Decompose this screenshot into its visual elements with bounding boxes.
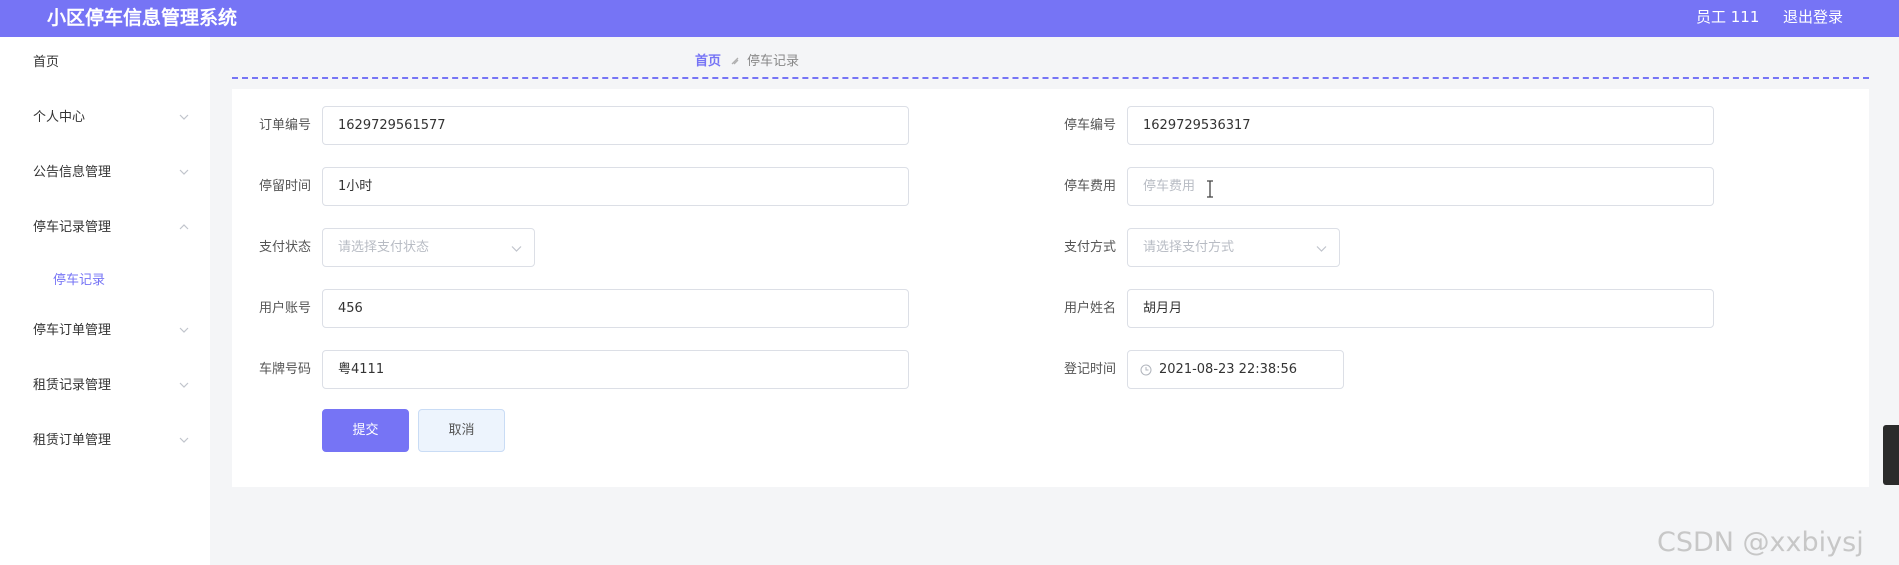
chevron-down-icon bbox=[179, 327, 189, 333]
fee-input[interactable]: 停车费用 bbox=[1127, 167, 1714, 206]
register-time-value: 2021-08-23 22:38:56 bbox=[1159, 362, 1298, 377]
register-time-label: 登记时间 bbox=[1063, 362, 1116, 377]
sidebar-item-label: 首页 bbox=[33, 55, 60, 70]
register-time-picker[interactable]: 2021-08-23 22:38:56 bbox=[1127, 350, 1344, 389]
user-account-input[interactable]: 456 bbox=[322, 289, 909, 328]
sidebar-item-label: 租赁记录管理 bbox=[33, 378, 112, 393]
app-title: 小区停车信息管理系统 bbox=[47, 7, 238, 29]
sidebar-item-home[interactable]: 首页 bbox=[0, 44, 210, 84]
order-no-label: 订单编号 bbox=[258, 118, 311, 133]
plate-no-label: 车牌号码 bbox=[258, 362, 311, 377]
chevron-down-icon bbox=[179, 114, 189, 120]
sidebar-item-rental-order-management[interactable]: 租赁订单管理 bbox=[0, 422, 210, 462]
sidebar-item-label: 停车订单管理 bbox=[33, 323, 112, 338]
sidebar-item-label: 停车记录 bbox=[53, 273, 106, 288]
top-bar: 小区停车信息管理系统 员工 111 退出登录 bbox=[0, 0, 1899, 37]
user-account-label: 用户账号 bbox=[258, 301, 311, 316]
pay-method-label: 支付方式 bbox=[1063, 240, 1116, 255]
chevron-down-icon bbox=[1316, 246, 1327, 252]
parking-no-label: 停车编号 bbox=[1063, 118, 1116, 133]
submit-button[interactable]: 提交 bbox=[322, 409, 409, 452]
chevron-down-icon bbox=[179, 169, 189, 175]
sidebar-item-label: 租赁订单管理 bbox=[33, 433, 112, 448]
chevron-up-icon bbox=[179, 224, 189, 230]
cancel-button[interactable]: 取消 bbox=[418, 409, 505, 452]
sidebar-item-rental-record-management[interactable]: 租赁记录管理 bbox=[0, 367, 210, 407]
user-name-label: 用户姓名 bbox=[1063, 301, 1116, 316]
pay-status-placeholder: 请选择支付状态 bbox=[338, 240, 430, 255]
duration-label: 停留时间 bbox=[258, 179, 311, 194]
current-user: 员工 111 bbox=[1696, 8, 1760, 26]
duration-input[interactable]: 1小时 bbox=[322, 167, 909, 206]
pay-status-select[interactable]: 请选择支付状态 bbox=[322, 228, 535, 267]
sidebar-item-parking-record-management[interactable]: 停车记录管理 bbox=[0, 209, 210, 249]
side-panel-toggle[interactable] bbox=[1883, 425, 1899, 485]
logout-link[interactable]: 退出登录 bbox=[1783, 7, 1843, 27]
chevron-down-icon bbox=[179, 382, 189, 388]
clock-icon bbox=[1140, 364, 1152, 376]
sidebar-item-personal-center[interactable]: 个人中心 bbox=[0, 99, 210, 139]
order-no-input[interactable]: 1629729561577 bbox=[322, 106, 909, 145]
breadcrumb: 首页 停车记录 bbox=[232, 45, 1869, 79]
breadcrumb-home[interactable]: 首页 bbox=[695, 53, 721, 71]
sidebar-item-parking-order-management[interactable]: 停车订单管理 bbox=[0, 312, 210, 352]
pay-method-placeholder: 请选择支付方式 bbox=[1143, 240, 1235, 255]
sidebar-item-label: 公告信息管理 bbox=[33, 165, 112, 180]
sidebar-item-notice-management[interactable]: 公告信息管理 bbox=[0, 154, 210, 194]
user-name-input[interactable]: 胡月月 bbox=[1127, 289, 1714, 328]
sidebar-item-label: 停车记录管理 bbox=[33, 220, 112, 235]
plate-no-input[interactable]: 粤4111 bbox=[322, 350, 909, 389]
pay-method-select[interactable]: 请选择支付方式 bbox=[1127, 228, 1340, 267]
pay-status-label: 支付状态 bbox=[258, 240, 311, 255]
parking-no-input[interactable]: 1629729536317 bbox=[1127, 106, 1714, 145]
chevron-down-icon bbox=[511, 246, 522, 252]
breadcrumb-separator-icon bbox=[731, 57, 739, 65]
sidebar: 首页 个人中心 公告信息管理 停车记录管理 停车记录 停车订单管理 租赁记录管理… bbox=[0, 37, 210, 565]
text-cursor-icon bbox=[1207, 180, 1213, 198]
breadcrumb-current: 停车记录 bbox=[747, 54, 800, 69]
sidebar-item-label: 个人中心 bbox=[33, 110, 86, 125]
fee-label: 停车费用 bbox=[1063, 179, 1116, 194]
watermark: CSDN @xxbiysj bbox=[1657, 527, 1864, 558]
sidebar-item-parking-record[interactable]: 停车记录 bbox=[0, 262, 210, 302]
chevron-down-icon bbox=[179, 437, 189, 443]
